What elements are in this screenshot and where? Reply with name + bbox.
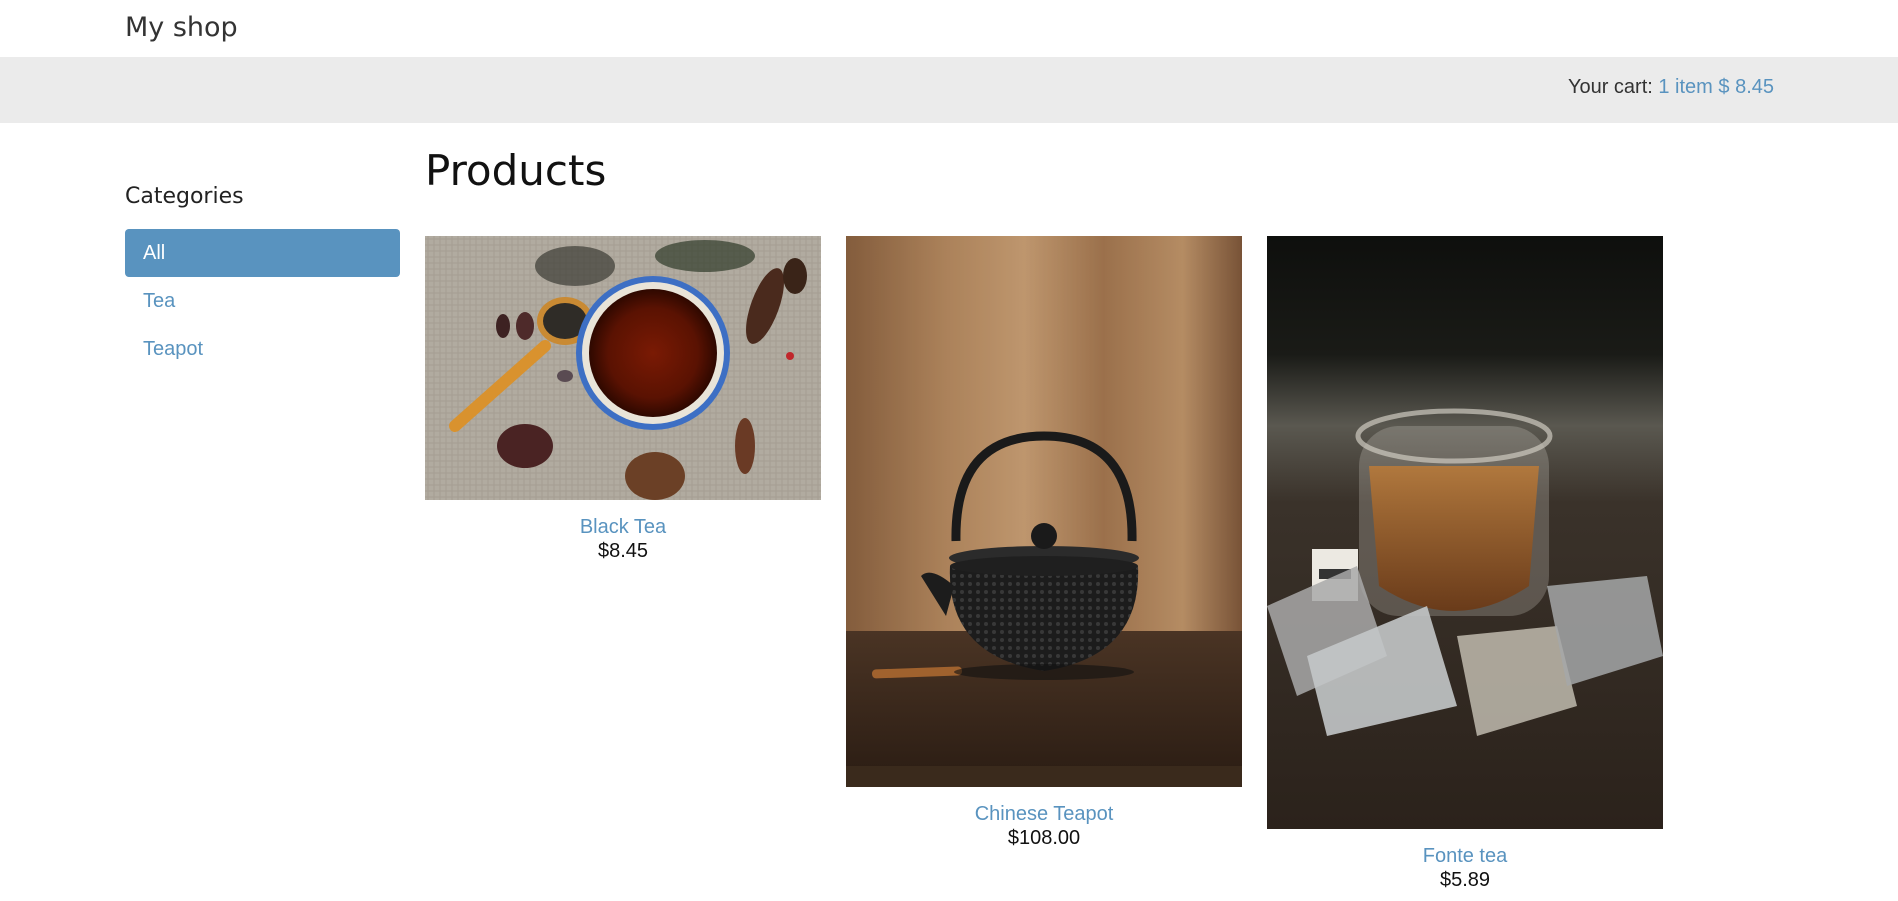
product-name-link[interactable]: Black Tea <box>425 516 821 539</box>
site-header: My shop <box>0 0 1898 57</box>
fonte-tea-image[interactable] <box>1267 236 1663 829</box>
categories-sidebar: Categories All Tea Teapot <box>125 184 400 373</box>
categories-title: Categories <box>125 184 244 209</box>
cart-bar: Your cart: 1 item $ 8.45 <box>0 57 1898 123</box>
cart-label: Your cart: <box>1567 76 1653 98</box>
product-name-link[interactable]: Fonte tea <box>1267 845 1663 868</box>
main-content: Products <box>425 146 606 195</box>
category-item-all[interactable]: All <box>125 229 400 277</box>
chinese-teapot-image[interactable] <box>846 236 1242 787</box>
product-card-chinese-teapot: Chinese Teapot $108.00 <box>846 236 1242 850</box>
product-card-black-tea: Black Tea $8.45 <box>425 236 821 563</box>
category-item-teapot[interactable]: Teapot <box>125 325 400 373</box>
category-list: All Tea Teapot <box>125 229 400 373</box>
product-price: $108.00 <box>1007 827 1081 849</box>
product-card-fonte-tea: Fonte tea $5.89 <box>1267 236 1663 892</box>
cart-summary: Your cart: 1 item $ 8.45 <box>1568 76 1774 99</box>
shop-logo-link[interactable]: My shop <box>125 12 238 43</box>
category-item-tea[interactable]: Tea <box>125 277 400 325</box>
product-name-link[interactable]: Chinese Teapot <box>846 803 1242 826</box>
product-price: $8.45 <box>597 540 649 562</box>
page-title: Products <box>425 146 607 195</box>
black-tea-image[interactable] <box>425 236 821 500</box>
cart-link[interactable]: 1 item $ 8.45 <box>1658 76 1774 98</box>
product-price: $5.89 <box>1439 869 1491 891</box>
